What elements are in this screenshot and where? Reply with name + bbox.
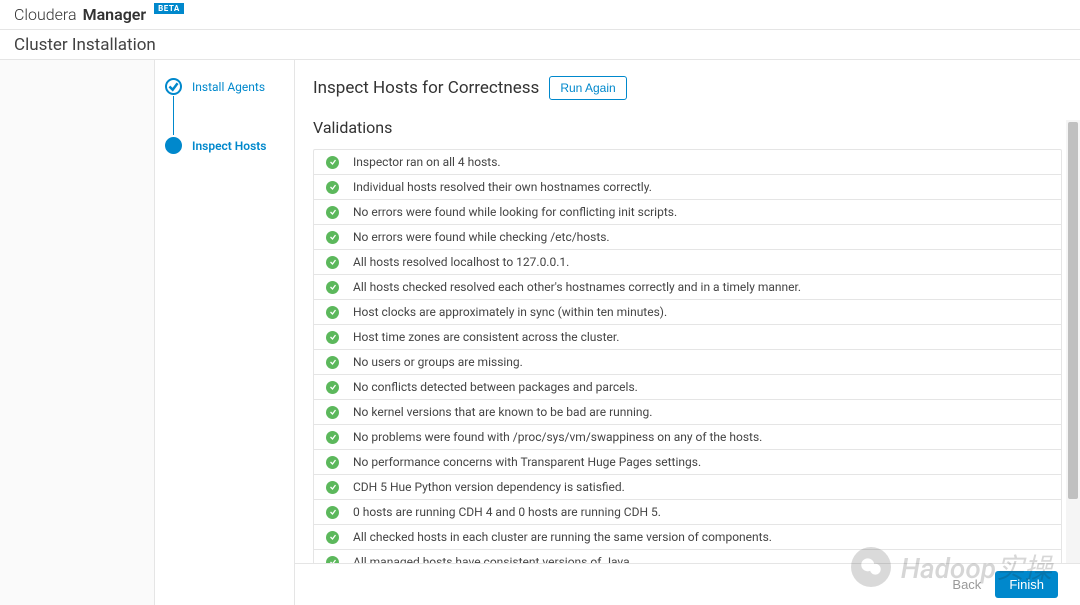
left-spacer: [0, 60, 155, 605]
check-circle-icon: [326, 406, 339, 419]
check-circle-icon: [326, 506, 339, 519]
check-circle-icon: [326, 481, 339, 494]
validation-message: Host time zones are consistent across th…: [353, 330, 619, 344]
check-circle-icon: [326, 456, 339, 469]
back-button[interactable]: Back: [948, 573, 985, 596]
validation-message: Host clocks are approximately in sync (w…: [353, 305, 667, 319]
validation-message: 0 hosts are running CDH 4 and 0 hosts ar…: [353, 505, 661, 519]
validation-message: All checked hosts in each cluster are ru…: [353, 530, 772, 544]
validation-message: All hosts checked resolved each other's …: [353, 280, 801, 294]
validation-row: Individual hosts resolved their own host…: [314, 175, 1061, 200]
validation-message: No users or groups are missing.: [353, 355, 523, 369]
check-circle-icon: [326, 181, 339, 194]
section-title: Inspect Hosts for Correctness: [313, 78, 539, 98]
scrollbar-thumb[interactable]: [1068, 122, 1078, 499]
run-again-button[interactable]: Run Again: [549, 76, 626, 100]
validation-row: All hosts checked resolved each other's …: [314, 275, 1061, 300]
validation-row: No conflicts detected between packages a…: [314, 375, 1061, 400]
validation-row: All hosts resolved localhost to 127.0.0.…: [314, 250, 1061, 275]
validation-message: No errors were found while looking for c…: [353, 205, 677, 219]
check-circle-icon: [326, 381, 339, 394]
step-inspect-hosts[interactable]: Inspect Hosts: [165, 137, 284, 154]
step-label: Inspect Hosts: [192, 139, 266, 153]
check-circle-icon: [165, 78, 182, 95]
scrollbar[interactable]: [1066, 120, 1080, 563]
current-step-icon: [165, 137, 182, 154]
check-circle-icon: [326, 331, 339, 344]
validation-message: Individual hosts resolved their own host…: [353, 180, 652, 194]
step-install-agents[interactable]: Install Agents: [165, 78, 284, 137]
validation-message: No conflicts detected between packages a…: [353, 380, 638, 394]
check-circle-icon: [326, 556, 339, 564]
validation-row: CDH 5 Hue Python version dependency is s…: [314, 475, 1061, 500]
check-circle-icon: [326, 356, 339, 369]
footer-bar: Back Finish: [295, 563, 1080, 605]
check-circle-icon: [326, 156, 339, 169]
validation-message: Inspector ran on all 4 hosts.: [353, 155, 501, 169]
validation-row: No problems were found with /proc/sys/vm…: [314, 425, 1061, 450]
validation-row: No users or groups are missing.: [314, 350, 1061, 375]
main-layout: Install Agents Inspect Hosts Inspect Hos…: [0, 60, 1080, 605]
step-nav: Install Agents Inspect Hosts: [155, 60, 295, 605]
validation-message: All hosts resolved localhost to 127.0.0.…: [353, 255, 569, 269]
page-title-bar: Cluster Installation: [0, 30, 1080, 60]
content-area: Inspect Hosts for Correctness Run Again …: [295, 60, 1080, 563]
validation-message: CDH 5 Hue Python version dependency is s…: [353, 480, 625, 494]
validations-title: Validations: [313, 118, 1062, 137]
check-circle-icon: [326, 531, 339, 544]
logo-text-light: Cloudera: [14, 5, 77, 24]
validation-row: No performance concerns with Transparent…: [314, 450, 1061, 475]
finish-button[interactable]: Finish: [995, 571, 1058, 598]
validations-table: Inspector ran on all 4 hosts. Individual …: [313, 149, 1062, 563]
check-circle-icon: [326, 256, 339, 269]
validation-row: Host time zones are consistent across th…: [314, 325, 1061, 350]
validation-message: No errors were found while checking /etc…: [353, 230, 610, 244]
validation-message: No kernel versions that are known to be …: [353, 405, 652, 419]
validation-row: No errors were found while looking for c…: [314, 200, 1061, 225]
step-label: Install Agents: [192, 80, 265, 94]
section-title-row: Inspect Hosts for Correctness Run Again: [313, 76, 1062, 100]
beta-badge: BETA: [154, 3, 184, 14]
validation-message: No problems were found with /proc/sys/vm…: [353, 430, 762, 444]
check-circle-icon: [326, 206, 339, 219]
validation-row: All checked hosts in each cluster are ru…: [314, 525, 1061, 550]
check-circle-icon: [326, 306, 339, 319]
validation-row: Host clocks are approximately in sync (w…: [314, 300, 1061, 325]
app-header: Cloudera Manager BETA: [0, 0, 1080, 30]
logo[interactable]: Cloudera Manager BETA: [14, 5, 184, 24]
validation-row: Inspector ran on all 4 hosts.: [314, 150, 1061, 175]
logo-text-bold: Manager: [83, 5, 147, 24]
validation-row: No errors were found while checking /etc…: [314, 225, 1061, 250]
validation-row: No kernel versions that are known to be …: [314, 400, 1061, 425]
validation-message: No performance concerns with Transparent…: [353, 455, 701, 469]
check-circle-icon: [326, 431, 339, 444]
validation-message: All managed hosts have consistent versio…: [353, 555, 633, 563]
check-circle-icon: [326, 231, 339, 244]
validation-row: All managed hosts have consistent versio…: [314, 550, 1061, 563]
validation-row: 0 hosts are running CDH 4 and 0 hosts ar…: [314, 500, 1061, 525]
page-title: Cluster Installation: [14, 35, 156, 55]
check-circle-icon: [326, 281, 339, 294]
